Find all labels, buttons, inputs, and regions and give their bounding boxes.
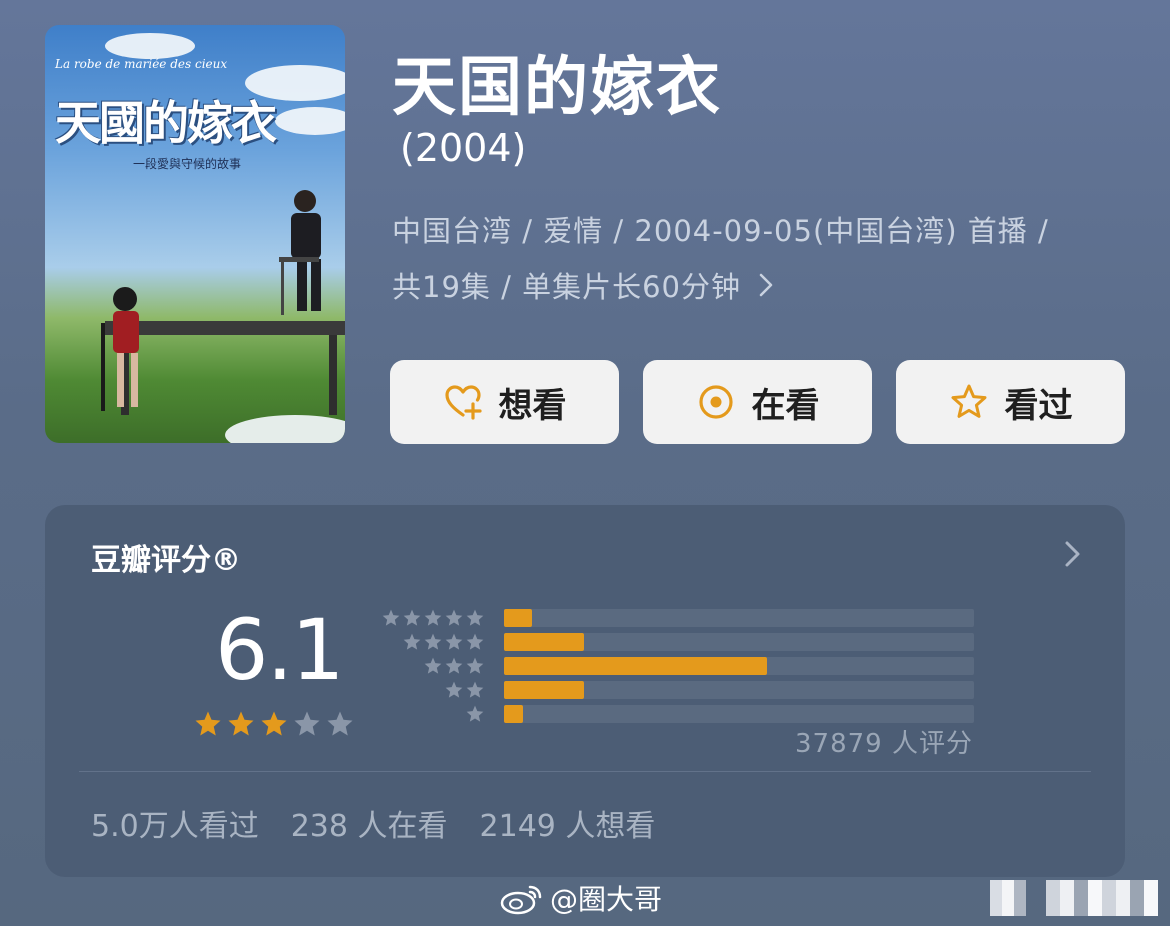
distribution-stars (402, 632, 485, 652)
watching-count: 238 人在看 (290, 809, 448, 844)
star-icon (466, 657, 484, 674)
meta-info-line1: 中国台湾 / 爱情 / 2004-09-05(中国台湾) 首播 / (392, 214, 1049, 248)
star-icon (466, 705, 484, 722)
star-icon (424, 657, 442, 674)
star-icon (228, 711, 254, 736)
chevron-right-icon[interactable] (1063, 539, 1083, 569)
distribution-bar (504, 633, 584, 651)
want-to-watch-button[interactable]: 想看 (390, 360, 619, 444)
watched-label: 看过 (1004, 385, 1073, 426)
distribution-track (504, 609, 974, 627)
heart-plus-icon (444, 385, 482, 420)
star-icon (445, 609, 463, 626)
weibo-icon (500, 885, 542, 915)
meta-info-line2-text: 共19集 / 单集片长60分钟 (392, 270, 742, 304)
star-outline-icon (951, 384, 986, 418)
star-icon (466, 609, 484, 626)
mosaic-block (1046, 880, 1158, 916)
poster-tagline: 一段愛與守候的故事 (133, 157, 242, 171)
star-icon (466, 633, 484, 650)
distribution-track (504, 633, 974, 651)
star-icon (294, 711, 320, 736)
poster-image[interactable]: La robe de mariée des cieux 天國的嫁衣 一段愛與守候… (45, 25, 345, 443)
distribution-track (504, 705, 974, 723)
distribution-bar (504, 609, 533, 627)
distribution-row (381, 608, 983, 628)
distribution-row (383, 704, 983, 724)
star-icon (466, 681, 484, 698)
weibo-watermark: @圈大哥 (500, 878, 662, 918)
poster-table-leg (329, 335, 337, 415)
poster-man-figure (279, 190, 321, 315)
distribution-bar (504, 681, 584, 699)
chevron-right-icon (759, 270, 773, 304)
watching-button[interactable]: 在看 (643, 360, 872, 444)
star-icon (403, 609, 421, 626)
watched-button[interactable]: 看过 (896, 360, 1125, 444)
rating-count: 37879 人评分 (795, 729, 973, 759)
star-icon (445, 681, 463, 698)
rating-score: 6.1 (215, 601, 345, 699)
star-icon (424, 633, 442, 650)
poster-woman-figure (101, 287, 139, 411)
star-icon (445, 633, 463, 650)
distribution-row (383, 680, 983, 700)
distribution-track (504, 657, 974, 675)
want-to-watch-label: 想看 (498, 385, 567, 426)
distribution-bar (504, 705, 523, 723)
want-count: 2149 人想看 (479, 809, 656, 844)
star-icon (445, 657, 463, 674)
distribution-bar (504, 657, 768, 675)
star-icon (382, 609, 400, 626)
watched-count: 5.0万人看过 (91, 809, 259, 844)
watching-label: 在看 (751, 385, 820, 426)
audience-stats: 5.0万人看过 238 人在看 2149 人想看 (91, 801, 655, 845)
watermark-text: @圈大哥 (550, 883, 663, 916)
distribution-track (504, 681, 974, 699)
distribution-stars (423, 656, 485, 676)
star-icon (403, 633, 421, 650)
rating-card-title: 豆瓣评分® (91, 543, 241, 578)
star-icon (327, 711, 353, 736)
poster-subtitle: La robe de mariée des cieux (55, 57, 228, 71)
release-year: (2004) (400, 126, 527, 170)
star-icon (261, 711, 287, 736)
distribution-stars (444, 680, 485, 700)
movie-detail-page: La robe de mariée des cieux 天國的嫁衣 一段愛與守候… (0, 0, 1170, 926)
rating-stars (193, 709, 355, 739)
distribution-row (383, 632, 983, 652)
page-title: 天国的嫁衣 (392, 51, 722, 125)
poster-title: 天國的嫁衣 (55, 96, 277, 150)
distribution-stars (381, 608, 485, 628)
target-circle-icon (698, 385, 733, 419)
star-icon (424, 609, 442, 626)
rating-card[interactable]: 豆瓣评分® 6.1 37879 人评分 5.0万人看过 238 人在看 2149… (45, 505, 1125, 877)
distribution-stars (465, 704, 485, 724)
mosaic-block (990, 880, 1026, 916)
star-icon (195, 711, 221, 736)
distribution-row (383, 656, 983, 676)
meta-info-line2[interactable]: 共19集 / 单集片长60分钟 (392, 264, 1132, 306)
divider (79, 771, 1091, 772)
